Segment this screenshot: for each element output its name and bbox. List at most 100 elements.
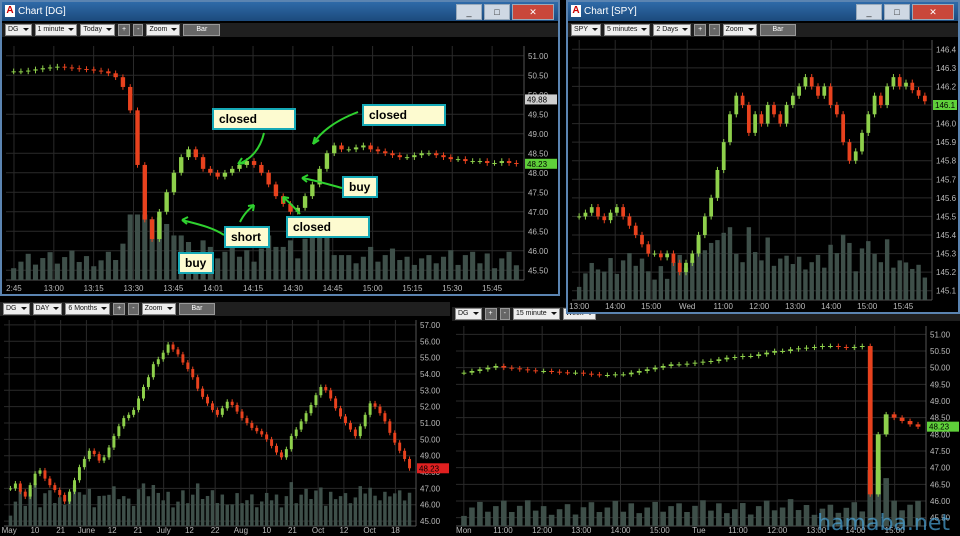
chart-window-daily[interactable]: DG DAY 6 Months + - Zoom Bar 57.00 56.00 5… — [0, 298, 450, 536]
candle-body — [684, 262, 688, 273]
volume-bar — [176, 501, 180, 526]
volume-bar — [131, 505, 136, 526]
symbol-select[interactable]: DG — [455, 308, 482, 320]
candle-body — [501, 366, 507, 368]
zoom-out-button[interactable]: - — [128, 303, 139, 315]
chart-type-button[interactable]: Bar — [759, 24, 797, 36]
candle-body — [235, 405, 239, 412]
volume-bar — [765, 237, 770, 300]
volume-bar — [38, 507, 42, 526]
candle-body — [690, 253, 695, 263]
volume-bar — [269, 500, 274, 526]
volume-bar — [589, 262, 594, 300]
annotation-closed-3: closed — [286, 216, 370, 238]
candle-body — [668, 364, 674, 366]
candle-body — [746, 105, 751, 133]
interval-select[interactable]: DAY — [32, 303, 63, 315]
volume-bar — [795, 510, 802, 526]
candle-body — [279, 452, 283, 458]
chart-window-spy[interactable]: A Chart [SPY] _ □ ✕ SPY 5 minutes 2 Days… — [566, 0, 960, 314]
volume-bar — [92, 507, 96, 526]
candle-body — [220, 408, 224, 415]
zoom-out-button[interactable]: - — [709, 24, 720, 36]
volume-bar — [614, 273, 620, 300]
symbol-select[interactable]: DG — [3, 303, 30, 315]
candle-body — [700, 361, 706, 363]
volume-bar — [368, 487, 372, 526]
candle-body — [907, 421, 913, 425]
y-tick-label: 45.00 — [420, 517, 441, 526]
y-tick-label: 145.6 — [936, 194, 957, 203]
volume-bar — [790, 264, 796, 300]
x-tick-label: 12:00 — [532, 526, 553, 535]
candle-body — [621, 207, 626, 217]
candle-body — [910, 82, 915, 91]
x-tick-label: 15:45 — [893, 302, 914, 311]
candle-body — [107, 447, 111, 458]
candle-body — [702, 216, 707, 235]
candle-body — [485, 367, 491, 370]
interval-select[interactable]: 15 minute — [512, 308, 560, 320]
candle-body — [804, 347, 809, 349]
zoom-out-button[interactable]: - — [499, 308, 510, 320]
close-button[interactable]: ✕ — [912, 4, 954, 20]
interval-select[interactable]: 5 minutes — [604, 24, 651, 36]
volume-bar — [903, 262, 909, 300]
candle-body — [97, 454, 101, 461]
candle-body — [151, 364, 155, 378]
range-select[interactable]: 6 Months — [65, 303, 111, 315]
volume-bar — [684, 512, 690, 526]
volume-bar — [866, 241, 871, 300]
chart-window-15min[interactable]: DG + - 15 minute Week 51.0050.5050.0049.… — [452, 304, 960, 536]
volume-bar — [803, 269, 808, 300]
candle-body — [820, 346, 825, 347]
symbol-select[interactable]: SPY — [571, 24, 602, 36]
maximize-button[interactable]: □ — [884, 4, 910, 20]
candle-body — [859, 346, 865, 347]
volume-bar — [53, 503, 57, 526]
volume-bar — [353, 497, 358, 526]
candle-body — [778, 114, 783, 124]
volume-bar — [309, 499, 313, 526]
volume-bar — [58, 497, 62, 526]
candle-body — [171, 344, 175, 350]
zoom-select[interactable]: Zoom — [141, 303, 176, 315]
volume-bar — [333, 499, 338, 526]
volume-bar — [572, 514, 579, 526]
volume-bar — [274, 494, 279, 526]
candle-body — [549, 371, 554, 372]
window-title: Chart [SPY] — [584, 6, 637, 17]
x-tick-label: 10 — [262, 526, 271, 535]
chart-type-button[interactable]: Bar — [178, 303, 216, 315]
annotation-closed-2: closed — [362, 104, 446, 126]
zoom-in-button[interactable]: + — [694, 24, 707, 36]
candle-body — [597, 374, 602, 376]
y-tick-label: 47.00 — [420, 484, 441, 493]
y-tick-label: 46.00 — [420, 501, 441, 510]
chart-window-dg[interactable]: A Chart [DG] _ □ ✕ DG 1 minute Today + -… — [0, 0, 560, 296]
candle-body — [73, 480, 76, 492]
minimize-button[interactable]: _ — [856, 4, 882, 20]
y-tick-label: 50.50 — [930, 347, 951, 356]
y-tick-label: 49.50 — [930, 380, 951, 389]
volume-bar — [82, 494, 87, 526]
candle-body — [265, 434, 269, 440]
candle-body — [398, 442, 402, 451]
candle-body — [469, 371, 475, 373]
candle-body — [393, 432, 397, 443]
volume-bar — [727, 227, 733, 300]
volume-bar — [840, 234, 846, 300]
range-select[interactable]: 2 Days — [653, 24, 692, 36]
window-titlebar[interactable]: A Chart [SPY] _ □ ✕ — [568, 2, 958, 21]
zoom-in-button[interactable]: + — [113, 303, 126, 315]
zoom-select[interactable]: Zoom — [722, 24, 757, 36]
chart-toolbar: DG DAY 6 Months + - Zoom Bar — [0, 302, 450, 316]
volume-bar — [195, 483, 200, 526]
zoom-in-button[interactable]: + — [484, 308, 497, 320]
candle-body — [660, 366, 666, 368]
candle-body — [897, 77, 902, 87]
volume-bar — [724, 513, 730, 526]
x-tick-label: July — [157, 526, 171, 535]
volume-bar — [181, 490, 185, 526]
candle-body — [146, 377, 150, 388]
